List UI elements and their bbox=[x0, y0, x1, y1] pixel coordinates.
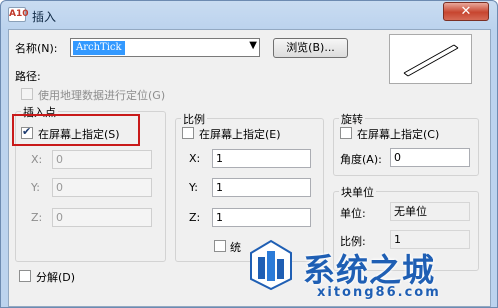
rotation-title: 旋转 bbox=[339, 111, 365, 127]
watermark-logo bbox=[247, 239, 295, 291]
rotation-angle-label: 角度(A): bbox=[340, 153, 382, 166]
watermark-url: xitong86.com bbox=[317, 285, 441, 300]
block-name-value: ArchTick bbox=[73, 41, 125, 55]
scale-z-label: Z: bbox=[189, 211, 201, 224]
name-label: 名称(N): bbox=[15, 42, 58, 55]
window-title: 插入 bbox=[32, 10, 57, 24]
path-label: 路径: bbox=[15, 70, 41, 83]
block-unit-title: 块单位 bbox=[339, 184, 376, 200]
block-preview bbox=[389, 34, 472, 84]
rotation-onscreen-checkbox[interactable] bbox=[340, 127, 352, 139]
chevron-down-icon[interactable]: ▼ bbox=[249, 40, 257, 51]
block-unit-label: 单位: bbox=[340, 207, 366, 220]
explode-label: 分解(D) bbox=[36, 271, 76, 284]
uniform-scale-checkbox[interactable] bbox=[214, 240, 226, 252]
explode-checkbox[interactable] bbox=[19, 270, 31, 282]
geo-location-label: 使用地理数据进行定位(G) bbox=[38, 89, 166, 102]
insertion-z-input[interactable]: 0 bbox=[52, 208, 152, 227]
scale-onscreen-label: 在屏幕上指定(E) bbox=[199, 128, 281, 141]
scale-onscreen-checkbox[interactable] bbox=[182, 127, 194, 139]
scale-x-input[interactable]: 1 bbox=[212, 149, 311, 168]
city-logo-icon bbox=[250, 239, 292, 291]
insertion-y-input[interactable]: 0 bbox=[52, 178, 152, 197]
insertion-x-input[interactable]: 0 bbox=[52, 150, 152, 169]
rotation-onscreen-label: 在屏幕上指定(C) bbox=[357, 128, 440, 141]
browse-button[interactable]: 浏览(B)... bbox=[273, 38, 348, 58]
scale-title: 比例 bbox=[181, 111, 207, 127]
insertion-y-label: Y: bbox=[31, 181, 40, 194]
scale-x-label: X: bbox=[189, 152, 201, 165]
block-name-combo[interactable]: ArchTick ▼ bbox=[70, 38, 260, 57]
title-bar[interactable]: A10 插入 ✕ bbox=[1, 1, 497, 29]
insertion-x-label: X: bbox=[31, 153, 43, 166]
insert-dialog: A10 插入 ✕ 名称(N): ArchTick ▼ 浏览(B)... 路径: … bbox=[0, 0, 498, 308]
autocad-app-icon: A10 bbox=[8, 7, 29, 22]
insertion-z-label: Z: bbox=[31, 211, 43, 224]
close-button[interactable]: ✕ bbox=[443, 2, 489, 21]
scale-z-input[interactable]: 1 bbox=[212, 208, 311, 227]
highlight-box bbox=[12, 114, 140, 146]
block-unit-value: 无单位 bbox=[390, 202, 470, 221]
rotation-angle-input[interactable]: 0 bbox=[390, 148, 470, 167]
archtick-preview-icon bbox=[403, 44, 459, 77]
scale-y-input[interactable]: 1 bbox=[212, 178, 311, 197]
scale-y-label: Y: bbox=[189, 181, 198, 194]
uniform-scale-label: 统 bbox=[230, 241, 241, 254]
geo-location-checkbox[interactable] bbox=[21, 88, 33, 100]
